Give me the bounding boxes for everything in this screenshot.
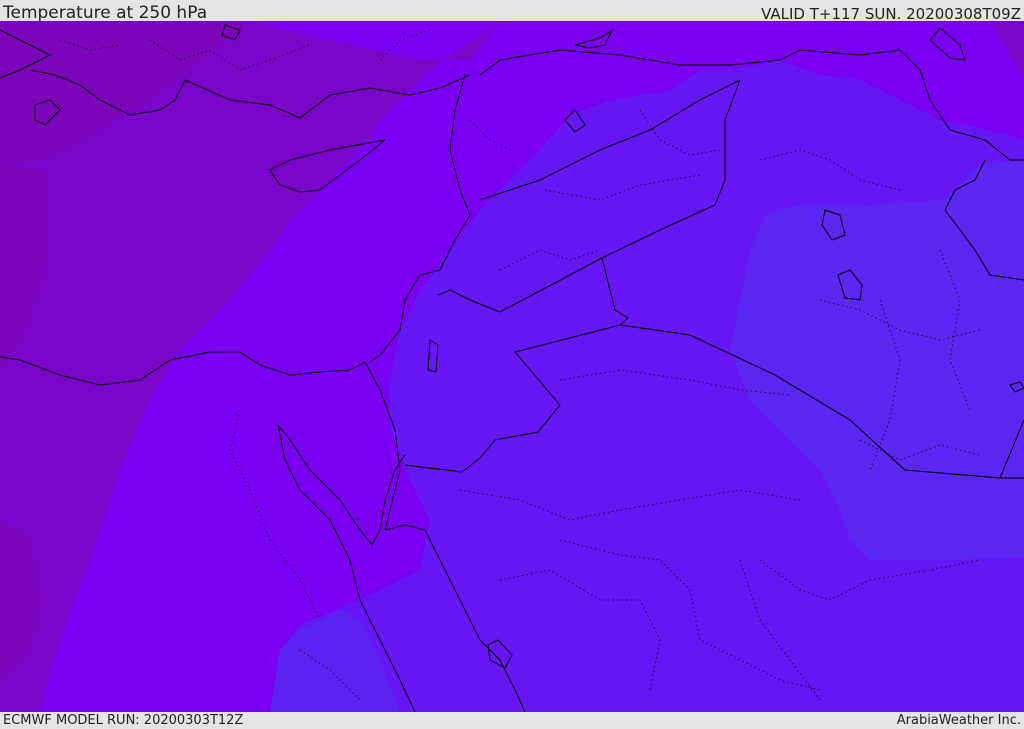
- brand-credit: ArabiaWeather Inc.: [896, 713, 1021, 728]
- temperature-map: [0, 21, 1024, 712]
- header-bar: Temperature at 250 hPa VALID T+117 SUN. …: [0, 0, 1024, 23]
- map-title: Temperature at 250 hPa: [3, 3, 208, 23]
- model-run: ECMWF MODEL RUN: 20200303T12Z: [3, 713, 244, 728]
- footer-bar: ECMWF MODEL RUN: 20200303T12Z ArabiaWeat…: [0, 712, 1024, 729]
